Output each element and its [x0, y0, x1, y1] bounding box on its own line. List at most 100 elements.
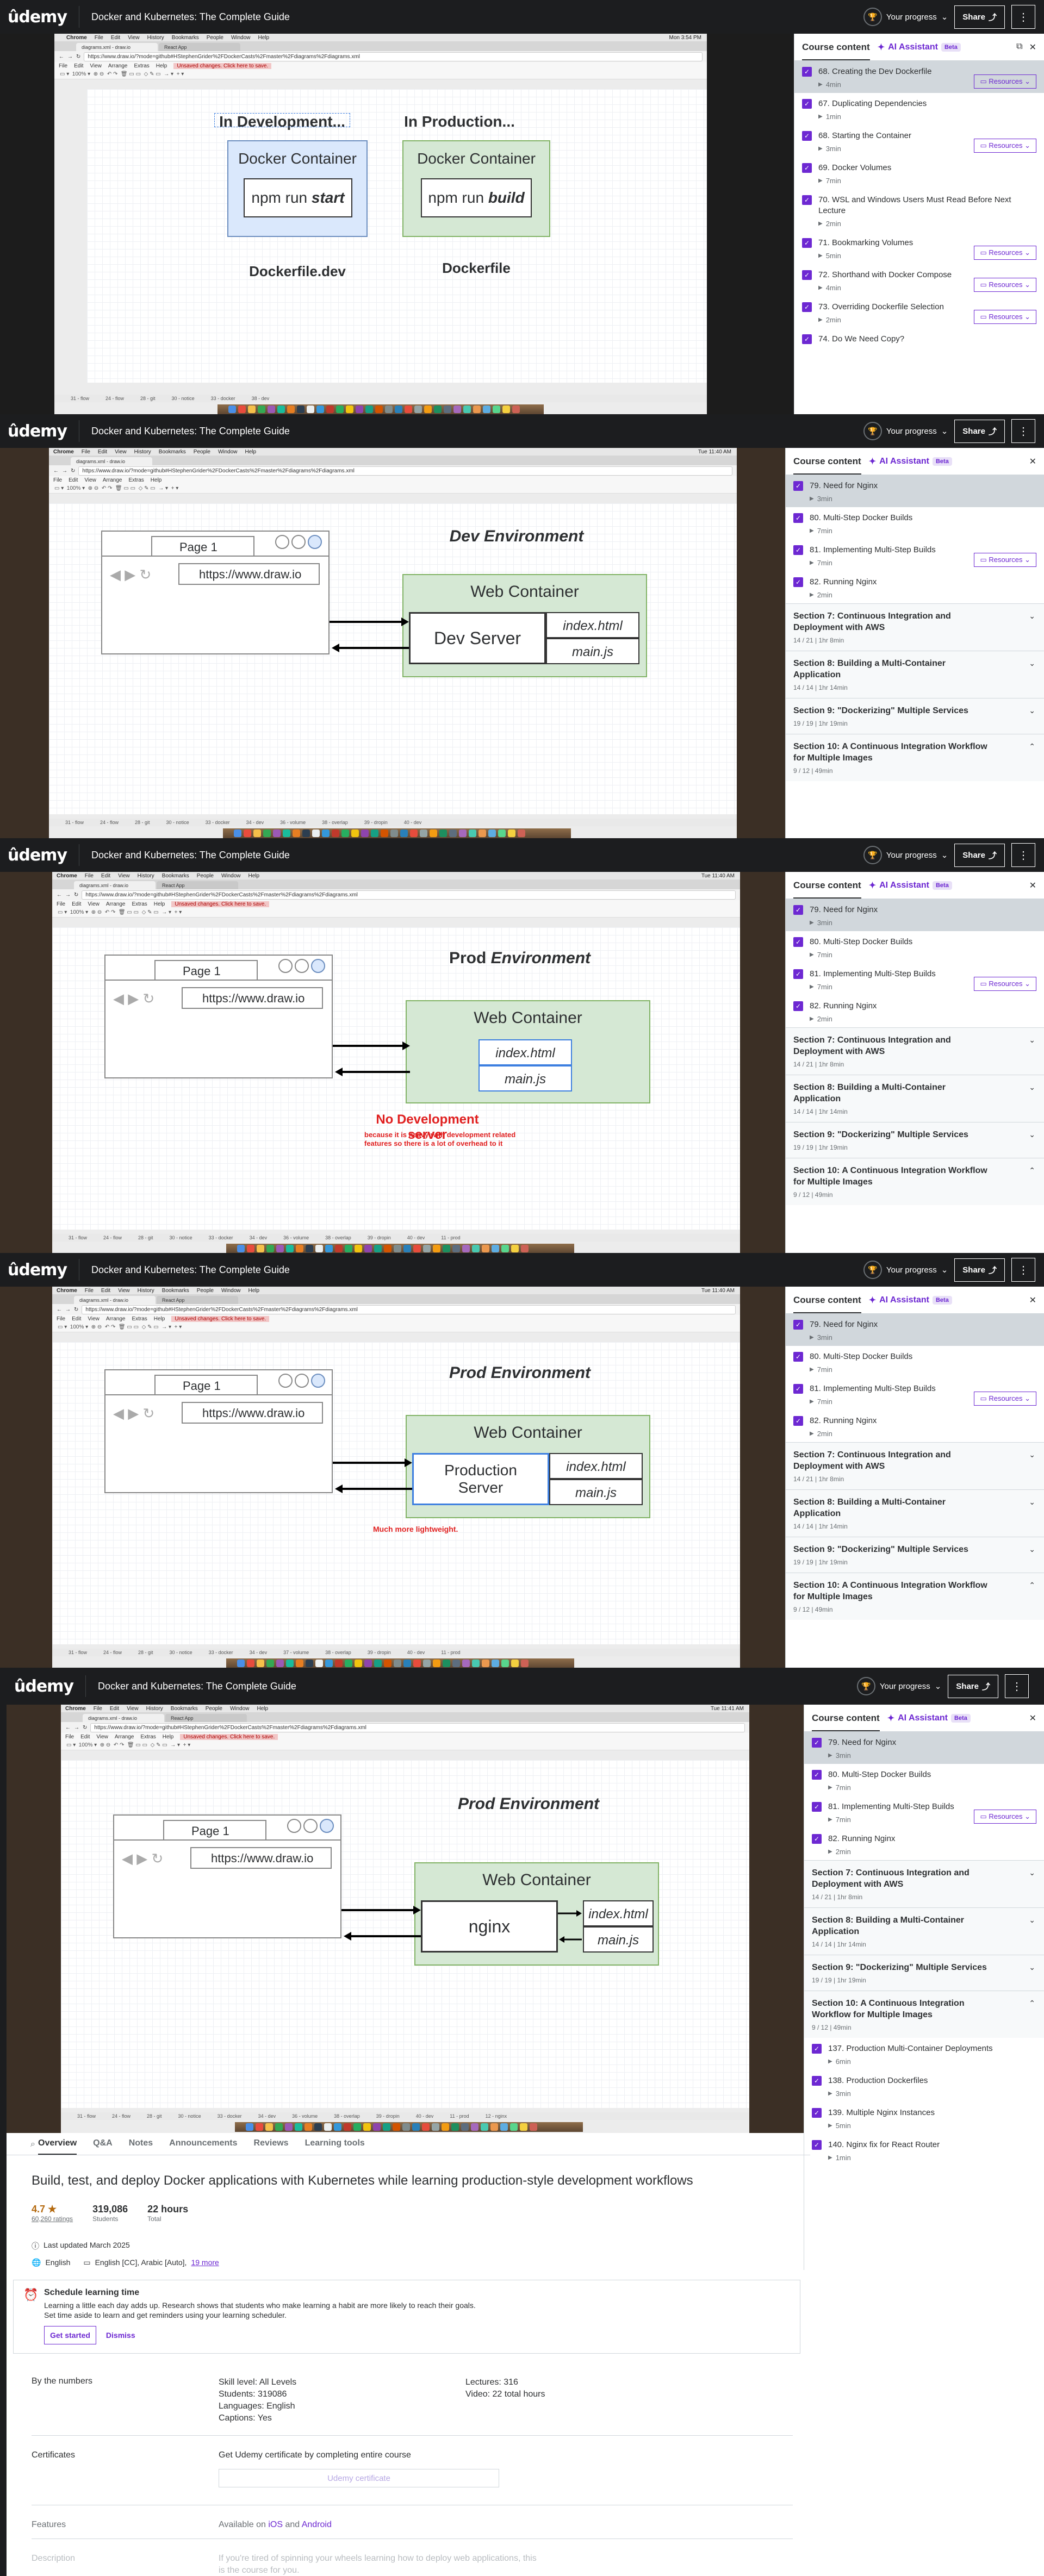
- get-started-button[interactable]: Get started: [44, 2326, 96, 2344]
- lecture-item[interactable]: ✓ 67. Duplicating Dependencies ▶ 1min: [794, 93, 1044, 125]
- lecture-item[interactable]: ✓ 68. Creating the Dev Dockerfile ▶ 4min ▭ R…: [794, 61, 1044, 93]
- lecture-item[interactable]: ✓ 81. Implementing Multi-Step Builds ▶ 7min…: [786, 539, 1044, 571]
- lecture-item[interactable]: ✓ 79. Need for Nginx ▶ 3min: [786, 1314, 1044, 1346]
- udemy-logo[interactable]: ûdemy: [14, 1677, 74, 1696]
- section-item[interactable]: Section 9: "Dockerizing" Multiple Servic…: [786, 1122, 1044, 1158]
- checkbox-icon[interactable]: ✓: [793, 1352, 803, 1362]
- section-item[interactable]: Section 10: A Continuous Integration Wor…: [804, 1991, 1044, 2038]
- checkbox-icon[interactable]: ✓: [793, 577, 803, 587]
- tab-learning-tools[interactable]: Learning tools: [305, 2133, 365, 2155]
- chevron-icon[interactable]: ⌄: [1029, 1868, 1035, 1878]
- android-link[interactable]: Android: [302, 2520, 332, 2529]
- tab-course-content[interactable]: Course content: [812, 1713, 880, 1731]
- resources-button[interactable]: ▭ Resources ⌄: [974, 139, 1036, 153]
- checkbox-icon[interactable]: ✓: [812, 2108, 822, 2118]
- resources-button[interactable]: ▭ Resources ⌄: [974, 553, 1036, 567]
- close-icon[interactable]: ✕: [1029, 42, 1036, 53]
- tab-announcements[interactable]: Announcements: [169, 2133, 237, 2155]
- checkbox-icon[interactable]: ✓: [812, 1770, 822, 1780]
- chevron-icon[interactable]: ⌄: [1029, 1083, 1035, 1092]
- progress-button[interactable]: 🏆 Your progress ⌄: [863, 846, 948, 864]
- lecture-item[interactable]: ✓ 139. Multiple Nginx Instances ▶ 5min: [804, 2102, 1044, 2134]
- share-button[interactable]: Share ⤴: [954, 419, 1005, 443]
- video-player[interactable]: Chrome File Edit View History Bookmarks People…: [0, 1287, 785, 1668]
- close-icon[interactable]: ✕: [1029, 1713, 1036, 1724]
- more-options-button[interactable]: ⋮: [1011, 843, 1035, 867]
- progress-button[interactable]: 🏆 Your progress ⌄: [863, 1261, 948, 1279]
- checkbox-icon[interactable]: ✓: [793, 513, 803, 523]
- checkbox-icon[interactable]: ✓: [812, 1738, 822, 1748]
- chevron-icon[interactable]: ⌄: [1029, 1963, 1035, 1972]
- section-item[interactable]: Section 8: Building a Multi-Container Ap…: [786, 1075, 1044, 1122]
- lecture-item[interactable]: ✓ 71. Bookmarking Volumes ▶ 5min ▭ Resources…: [794, 232, 1044, 264]
- section-item[interactable]: Section 7: Continuous Integration and De…: [786, 1027, 1044, 1075]
- section-item[interactable]: Section 7: Continuous Integration and De…: [786, 603, 1044, 651]
- tab-course-content[interactable]: Course content: [793, 456, 861, 475]
- lecture-item[interactable]: ✓ 80. Multi-Step Docker Builds ▶ 7min: [786, 931, 1044, 963]
- search-icon[interactable]: ⌕: [30, 2140, 35, 2149]
- section-item[interactable]: Section 10: A Continuous Integration Wor…: [786, 1158, 1044, 1205]
- tab-notes[interactable]: Notes: [129, 2133, 153, 2155]
- tab-ai-assistant[interactable]: ✦ AI Assistant Beta: [869, 1295, 952, 1306]
- section-item[interactable]: Section 8: Building a Multi-Container Ap…: [804, 1907, 1044, 1955]
- lecture-item[interactable]: ✓ 79. Need for Nginx ▶ 3min: [786, 475, 1044, 507]
- checkbox-icon[interactable]: ✓: [793, 545, 803, 555]
- section-item[interactable]: Section 8: Building a Multi-Container Ap…: [786, 651, 1044, 698]
- progress-button[interactable]: 🏆 Your progress ⌄: [863, 422, 948, 440]
- lecture-item[interactable]: ✓ 70. WSL and Windows Users Must Read Bef…: [794, 189, 1044, 232]
- share-button[interactable]: Share ⤴: [954, 843, 1005, 867]
- udemy-logo[interactable]: ûdemy: [8, 846, 67, 865]
- section-item[interactable]: Section 10: A Continuous Integration Wor…: [786, 734, 1044, 781]
- chevron-icon[interactable]: ⌄: [1029, 706, 1035, 715]
- checkbox-icon[interactable]: ✓: [802, 67, 812, 77]
- chevron-icon[interactable]: ⌄: [1029, 1036, 1035, 1045]
- lecture-item[interactable]: ✓ 79. Need for Nginx ▶ 3min: [786, 899, 1044, 931]
- section-item[interactable]: Section 7: Continuous Integration and De…: [786, 1442, 1044, 1489]
- lecture-item[interactable]: ✓ 74. Do We Need Copy?: [794, 328, 1044, 349]
- resources-button[interactable]: ▭ Resources ⌄: [974, 246, 1036, 260]
- tab-reviews[interactable]: Reviews: [254, 2133, 289, 2155]
- udemy-logo[interactable]: ûdemy: [8, 422, 67, 441]
- checkbox-icon[interactable]: ✓: [812, 2076, 822, 2086]
- checkbox-icon[interactable]: ✓: [812, 1802, 822, 1812]
- resources-button[interactable]: ▭ Resources ⌄: [974, 1810, 1036, 1824]
- lecture-item[interactable]: ✓ 80. Multi-Step Docker Builds ▶ 7min: [804, 1764, 1044, 1796]
- checkbox-icon[interactable]: ✓: [802, 302, 812, 312]
- checkbox-icon[interactable]: ✓: [802, 238, 812, 248]
- tab-course-content[interactable]: Course content: [793, 1295, 861, 1313]
- tab-ai-assistant[interactable]: ✦ AI Assistant Beta: [869, 456, 952, 467]
- checkbox-icon[interactable]: ✓: [793, 1001, 803, 1011]
- close-icon[interactable]: ✕: [1029, 1295, 1036, 1306]
- checkbox-icon[interactable]: ✓: [793, 481, 803, 491]
- section-item[interactable]: Section 8: Building a Multi-Container Ap…: [786, 1489, 1044, 1537]
- chevron-icon[interactable]: ⌃: [1029, 1581, 1035, 1590]
- chevron-icon[interactable]: ⌄: [1029, 659, 1035, 668]
- video-player[interactable]: Chrome File Edit View History Bookmarks People…: [0, 872, 785, 1253]
- checkbox-icon[interactable]: ✓: [802, 163, 812, 173]
- chevron-icon[interactable]: ⌃: [1029, 742, 1035, 751]
- certificate-button[interactable]: Udemy certificate: [219, 2469, 499, 2487]
- checkbox-icon[interactable]: ✓: [793, 969, 803, 979]
- tab-overview[interactable]: Overview: [38, 2133, 77, 2155]
- lecture-item[interactable]: ✓ 80. Multi-Step Docker Builds ▶ 7min: [786, 507, 1044, 539]
- lecture-item[interactable]: ✓ 82. Running Nginx ▶ 2min: [804, 1828, 1044, 1860]
- lecture-item[interactable]: ✓ 69. Docker Volumes ▶ 7min: [794, 157, 1044, 189]
- checkbox-icon[interactable]: ✓: [802, 99, 812, 109]
- course-title[interactable]: Docker and Kubernetes: The Complete Guid…: [91, 850, 290, 861]
- close-icon[interactable]: ✕: [1029, 456, 1036, 467]
- tab-ai-assistant[interactable]: ✦ AI Assistant Beta: [869, 880, 952, 891]
- lecture-item[interactable]: ✓ 68. Starting the Container ▶ 3min ▭ Resour…: [794, 125, 1044, 157]
- section-item[interactable]: Section 9: "Dockerizing" Multiple Servic…: [804, 1955, 1044, 1991]
- more-options-button[interactable]: ⋮: [1011, 1258, 1035, 1282]
- chevron-icon[interactable]: ⌄: [1029, 1450, 1035, 1459]
- share-button[interactable]: Share ⤴: [954, 1258, 1005, 1282]
- checkbox-icon[interactable]: ✓: [793, 905, 803, 915]
- checkbox-icon[interactable]: ✓: [793, 1384, 803, 1394]
- section-item[interactable]: Section 9: "Dockerizing" Multiple Servic…: [786, 698, 1044, 734]
- chevron-icon[interactable]: ⌄: [1029, 1498, 1035, 1507]
- tab-ai-assistant[interactable]: ✦ AI Assistant Beta: [878, 42, 961, 53]
- video-player[interactable]: Chrome File Edit View History Bookmarks People…: [7, 1705, 804, 2133]
- checkbox-icon[interactable]: ✓: [802, 131, 812, 141]
- course-title[interactable]: Docker and Kubernetes: The Complete Guid…: [91, 11, 290, 23]
- course-title[interactable]: Docker and Kubernetes: The Complete Guid…: [98, 1681, 296, 1692]
